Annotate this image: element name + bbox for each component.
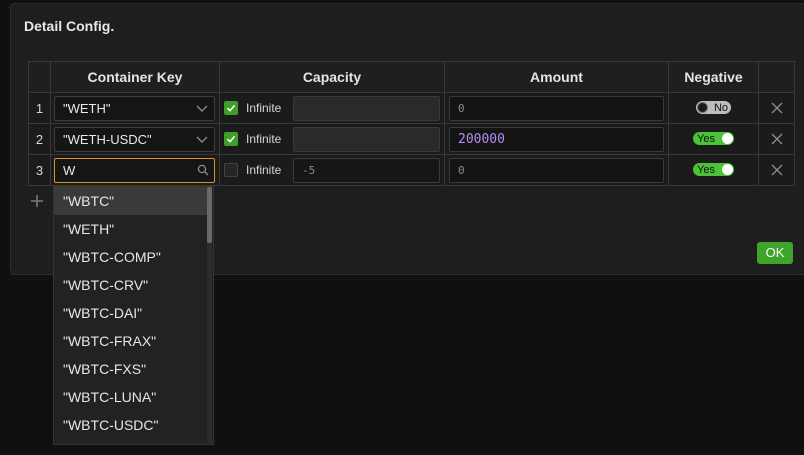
toggle-knob xyxy=(697,102,708,114)
infinite-label: Infinite xyxy=(246,101,282,115)
capacity-input[interactable]: -5 xyxy=(293,157,440,183)
infinite-checkbox[interactable] xyxy=(224,163,238,177)
toggle-label: No xyxy=(713,101,728,114)
table-header-row: Container Key Capacity Amount Negative xyxy=(28,61,795,93)
negative-toggle[interactable]: Yes xyxy=(693,163,734,177)
check-icon xyxy=(226,104,236,112)
table-row: 3 W Infinite -5 0 Yes xyxy=(28,154,795,186)
toggle-label: Yes xyxy=(697,132,715,145)
search-icon xyxy=(197,164,209,175)
capacity-input[interactable] xyxy=(293,126,440,152)
table-row: 1 "WETH" Infinite 0 No xyxy=(28,92,795,124)
toggle-knob xyxy=(722,133,733,145)
row-index: 2 xyxy=(28,123,51,155)
dropdown-list: "WBTC" "WETH" "WBTC-COMP" "WBTC-CRV" "WBTC-D… xyxy=(54,187,213,439)
table-row: 2 "WETH-USDC" Infinite 200000 Yes xyxy=(28,123,795,155)
capacity-input[interactable] xyxy=(293,95,440,121)
dropdown-option[interactable]: "WBTC-LUNA" xyxy=(54,383,207,411)
close-icon[interactable] xyxy=(771,133,783,145)
dropdown-option[interactable]: "WBTC-CRV" xyxy=(54,271,207,299)
header-delete xyxy=(758,61,795,93)
plus-icon[interactable] xyxy=(29,193,45,209)
header-index xyxy=(28,61,51,93)
dropdown-scrollbar[interactable] xyxy=(207,187,212,443)
row-index: 1 xyxy=(28,92,51,124)
header-capacity: Capacity xyxy=(219,61,445,93)
container-key-value: "WETH" xyxy=(63,100,111,116)
ok-button[interactable]: OK xyxy=(757,242,793,264)
toggle-label: Yes xyxy=(697,163,715,176)
header-container-key: Container Key xyxy=(50,61,220,93)
toggle-knob xyxy=(722,164,733,176)
dropdown-option[interactable]: "WBTC-USDC" xyxy=(54,411,207,439)
dropdown-option[interactable]: "WBTC-DAI" xyxy=(54,299,207,327)
negative-toggle[interactable]: No xyxy=(696,101,731,115)
container-key-value: "WETH-USDC" xyxy=(63,131,152,147)
container-key-select[interactable]: "WETH" xyxy=(54,95,215,121)
close-icon[interactable] xyxy=(771,164,783,176)
infinite-label: Infinite xyxy=(246,163,282,177)
panel-title: Detail Config. xyxy=(24,18,115,34)
dropdown-option[interactable]: "WETH" xyxy=(54,215,207,243)
header-negative: Negative xyxy=(668,61,759,93)
dropdown-option[interactable]: "WBTC" xyxy=(54,187,207,215)
chevron-down-icon xyxy=(196,136,208,143)
dropdown-option[interactable]: "WBTC-FRAX" xyxy=(54,327,207,355)
check-icon xyxy=(226,135,236,143)
amount-input[interactable]: 200000 xyxy=(449,126,664,152)
amount-input[interactable]: 0 xyxy=(449,95,664,121)
config-table: Container Key Capacity Amount Negative 1… xyxy=(28,61,795,186)
container-key-search-input[interactable]: W xyxy=(54,157,215,183)
amount-input[interactable]: 0 xyxy=(449,157,664,183)
header-amount: Amount xyxy=(444,61,669,93)
container-key-dropdown: "WBTC" "WETH" "WBTC-COMP" "WBTC-CRV" "WBTC-D… xyxy=(53,186,214,445)
dropdown-option[interactable]: "WBTC-COMP" xyxy=(54,243,207,271)
negative-toggle[interactable]: Yes xyxy=(693,132,734,146)
infinite-label: Infinite xyxy=(246,132,282,146)
close-icon[interactable] xyxy=(771,102,783,114)
infinite-checkbox[interactable] xyxy=(224,132,238,146)
chevron-down-icon xyxy=(196,105,208,112)
container-key-query: W xyxy=(63,162,76,178)
infinite-checkbox[interactable] xyxy=(224,101,238,115)
scrollbar-thumb[interactable] xyxy=(207,187,212,243)
dropdown-option[interactable]: "WBTC-FXS" xyxy=(54,355,207,383)
container-key-select[interactable]: "WETH-USDC" xyxy=(54,126,215,152)
row-index: 3 xyxy=(28,154,51,186)
